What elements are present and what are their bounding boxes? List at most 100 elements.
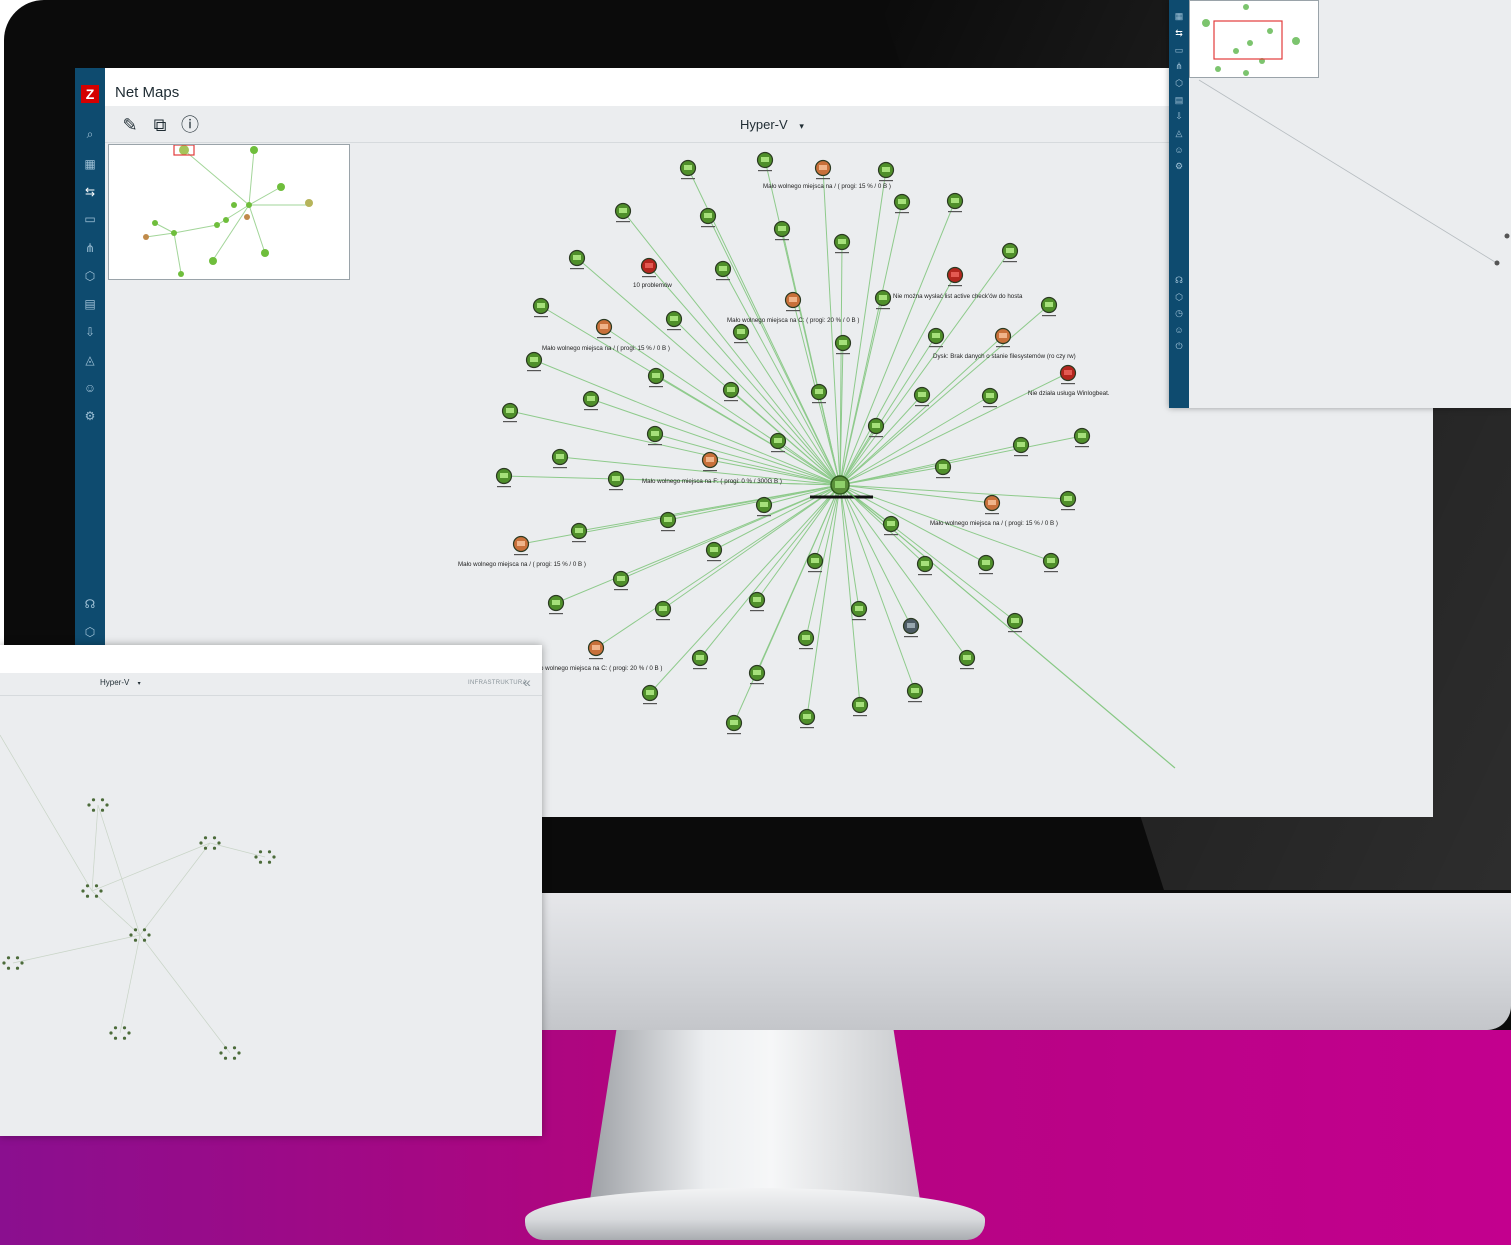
host-node[interactable] xyxy=(582,390,600,411)
section-label: INFRASTRUKTURA xyxy=(468,680,527,686)
network-link xyxy=(763,484,841,506)
host-node[interactable] xyxy=(691,649,709,670)
network-link xyxy=(839,435,1083,486)
host-node[interactable] xyxy=(722,381,740,402)
host-node[interactable] xyxy=(906,682,924,703)
host-node[interactable] xyxy=(701,451,719,472)
infrastructure-link xyxy=(0,734,93,892)
infrastructure-link xyxy=(119,934,141,1034)
network-link xyxy=(839,484,968,659)
host-node[interactable] xyxy=(614,202,632,223)
host-node[interactable] xyxy=(850,600,868,621)
host-node[interactable] xyxy=(547,594,565,615)
infrastructure-link xyxy=(139,842,211,936)
host-node[interactable] xyxy=(902,617,920,638)
monitor-stand xyxy=(590,1030,920,1200)
host-node[interactable] xyxy=(1059,364,1077,385)
host-node[interactable] xyxy=(654,600,672,621)
network-link xyxy=(839,394,923,486)
chevron-down-icon: ▾ xyxy=(137,681,141,687)
network-link xyxy=(839,304,1050,486)
host-node[interactable] xyxy=(525,351,543,372)
network-link xyxy=(730,389,841,486)
host-node[interactable] xyxy=(756,151,774,172)
problem-label: Mało wolnego miejsca na C: ( progi: 20 %… xyxy=(727,317,859,324)
host-node[interactable] xyxy=(495,467,513,488)
host-node[interactable] xyxy=(612,570,630,591)
collapse-icon[interactable]: « xyxy=(523,674,531,690)
host-node[interactable] xyxy=(981,387,999,408)
problem-label: Mało wolnego miejsca na / ( progi: 15 % … xyxy=(763,183,891,190)
host-node[interactable] xyxy=(755,496,773,517)
network-link xyxy=(713,484,841,551)
host-node[interactable] xyxy=(501,402,519,423)
host-node[interactable] xyxy=(958,649,976,670)
host-node[interactable] xyxy=(773,220,791,241)
hub-node[interactable] xyxy=(830,475,850,495)
host-node[interactable] xyxy=(1006,612,1024,633)
host-node[interactable] xyxy=(641,684,659,705)
host-node[interactable] xyxy=(1040,296,1058,317)
problem-label: Nie działa usługa Winlogbeat. xyxy=(1028,390,1110,397)
overview-map xyxy=(1198,79,1510,266)
host-node[interactable] xyxy=(1012,436,1030,457)
host-node[interactable] xyxy=(705,541,723,562)
host-node[interactable] xyxy=(806,552,824,573)
network-link xyxy=(533,359,841,486)
host-node[interactable] xyxy=(916,555,934,576)
infrastructure-map[interactable] xyxy=(0,695,542,1136)
infrastructure-link xyxy=(209,842,266,858)
host-node[interactable] xyxy=(1001,242,1019,263)
host-node[interactable] xyxy=(877,161,895,182)
host-node[interactable] xyxy=(647,367,665,388)
host-node[interactable] xyxy=(570,522,588,543)
host-node[interactable] xyxy=(784,291,802,312)
host-node[interactable] xyxy=(851,696,869,717)
host-node[interactable] xyxy=(769,432,787,453)
host-node[interactable] xyxy=(1059,490,1077,511)
network-link xyxy=(649,484,841,694)
host-node[interactable] xyxy=(714,260,732,281)
host-node[interactable] xyxy=(640,257,658,278)
network-link xyxy=(722,268,841,486)
host-node[interactable] xyxy=(983,494,1001,515)
host-node[interactable] xyxy=(587,639,605,660)
host-node[interactable] xyxy=(699,207,717,228)
network-link xyxy=(839,169,887,486)
host-node[interactable] xyxy=(607,470,625,491)
network-link xyxy=(839,484,993,504)
host-node[interactable] xyxy=(679,159,697,180)
host-node[interactable] xyxy=(568,249,586,270)
overview-window: ▦ ⇆ ▭ ⋔ ⬡ ▤ ⇩ ◬ ☺ ⚙ ☊ ⬡ ◷ ☺ ⏻ xyxy=(1169,0,1511,408)
infrastructure-link xyxy=(12,934,141,964)
host-node[interactable] xyxy=(532,297,550,318)
host-node[interactable] xyxy=(893,193,911,214)
host-node[interactable] xyxy=(946,266,964,287)
host-node[interactable] xyxy=(874,289,892,310)
host-node[interactable] xyxy=(797,629,815,650)
host-node[interactable] xyxy=(798,708,816,729)
host-node[interactable] xyxy=(725,714,743,735)
problem-label: Mało wolnego miejsca na / ( progi: 15 % … xyxy=(930,520,1058,527)
minimap[interactable] xyxy=(108,144,350,280)
minimap-canvas xyxy=(143,145,313,277)
infrastructure-map-selector[interactable]: Hyper-V ▾ xyxy=(100,678,141,687)
host-node[interactable] xyxy=(748,591,766,612)
host-node[interactable] xyxy=(748,664,766,685)
host-node[interactable] xyxy=(551,448,569,469)
host-node[interactable] xyxy=(512,535,530,556)
host-node[interactable] xyxy=(595,318,613,339)
network-link xyxy=(839,297,884,486)
network-link xyxy=(839,274,956,486)
problem-label: Mało wolnego miejsca na / ( progi: 15 % … xyxy=(542,345,670,352)
infrastructure-topbar xyxy=(0,645,542,673)
problem-label: Mało wolnego miejsca na F: ( progi: 0 % … xyxy=(642,478,782,485)
host-node[interactable] xyxy=(659,511,677,532)
host-node[interactable] xyxy=(977,554,995,575)
host-node[interactable] xyxy=(1073,427,1091,448)
host-node[interactable] xyxy=(665,310,683,331)
host-node[interactable] xyxy=(913,386,931,407)
host-node[interactable] xyxy=(934,458,952,479)
host-node[interactable] xyxy=(946,192,964,213)
host-node[interactable] xyxy=(1042,552,1060,573)
